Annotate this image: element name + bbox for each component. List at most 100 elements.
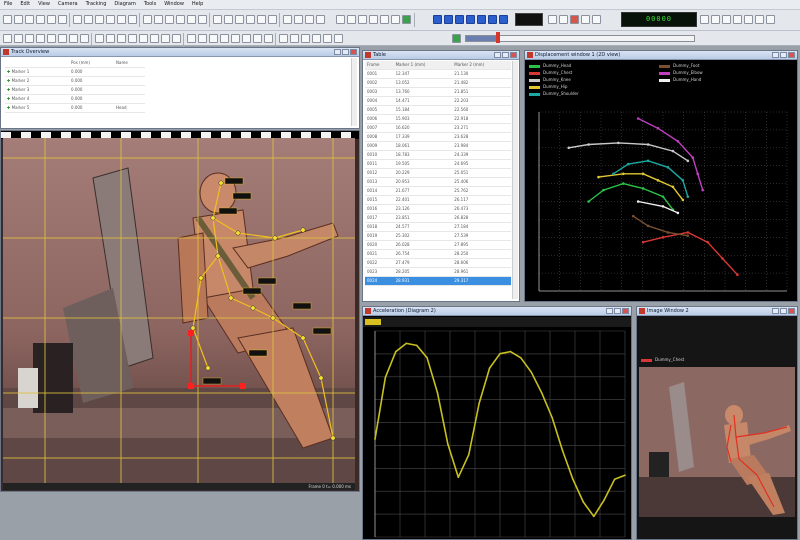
table-row[interactable]: 0008 17.339 23.628 (365, 132, 511, 142)
toolbar-tool-button[interactable] (213, 15, 222, 24)
toolbar-tool-button[interactable] (700, 15, 709, 24)
toolbar-tool-button[interactable] (14, 15, 23, 24)
maximize-icon[interactable] (780, 308, 787, 314)
menu-tracking[interactable]: Tracking (82, 0, 111, 9)
toolbar-tool-button[interactable] (36, 15, 45, 24)
toolbar-tool-button[interactable] (231, 34, 240, 43)
table-row[interactable]: 0004 14.471 22.203 (365, 96, 511, 106)
table-row[interactable]: 0019 25.302 27.539 (365, 231, 511, 241)
menu-camera[interactable]: Camera (54, 0, 82, 9)
toolbar-tool-button[interactable] (246, 15, 255, 24)
toolbar-tool-button[interactable] (323, 34, 332, 43)
toolbar-tool-button[interactable] (198, 15, 207, 24)
toolbar-tool-button[interactable] (755, 15, 764, 24)
toolbar-tool-button[interactable] (312, 34, 321, 43)
toolbar-tool-button[interactable] (128, 15, 137, 24)
toolbar-tool-button[interactable] (766, 15, 775, 24)
toolbar-tool-button[interactable] (305, 15, 314, 24)
table-row[interactable]: 0024 28.931 29.317 (365, 276, 511, 286)
toolbar-tool-button[interactable] (165, 15, 174, 24)
toolbar-tool-button[interactable] (176, 15, 185, 24)
toolbar-tool-button[interactable] (58, 15, 67, 24)
playback-button[interactable] (488, 15, 497, 24)
table-row[interactable]: 0023 28.205 28.961 (365, 267, 511, 277)
toolbar-tool-button[interactable] (14, 34, 23, 43)
table-row[interactable]: 0003 13.760 21.851 (365, 87, 511, 97)
table-row[interactable]: 0012 20.229 25.051 (365, 168, 511, 178)
table-row[interactable]: 0018 24.577 27.184 (365, 222, 511, 232)
list-item[interactable]: ✚ Marker 3 0.000 (5, 85, 145, 95)
toolbar-tool-button[interactable] (264, 34, 273, 43)
toolbar-tool-button[interactable] (73, 15, 82, 24)
signal-chart[interactable] (363, 317, 631, 539)
table-row[interactable]: 0011 19.505 24.695 (365, 159, 511, 169)
table-row[interactable]: 0006 15.903 22.918 (365, 114, 511, 124)
maximize-icon[interactable] (614, 308, 621, 314)
toolbar-tool-button[interactable] (452, 34, 461, 43)
close-icon[interactable] (622, 308, 629, 314)
playback-button[interactable] (433, 15, 442, 24)
menu-tools[interactable]: Tools (140, 0, 160, 9)
toolbar-tool-button[interactable] (283, 15, 292, 24)
toolbar-tool-button[interactable] (117, 15, 126, 24)
minimize-icon[interactable] (334, 49, 341, 55)
toolbar-tool-button[interactable] (358, 15, 367, 24)
toolbar-tool-button[interactable] (279, 34, 288, 43)
camera-image[interactable] (3, 138, 355, 490)
toolbar-tool-button[interactable] (242, 34, 251, 43)
table-row[interactable]: 0021 26.754 28.250 (365, 249, 511, 259)
menu-window[interactable]: Window (160, 0, 188, 9)
toolbar-tool-button[interactable] (316, 15, 325, 24)
toolbar-tool-button[interactable] (257, 15, 266, 24)
table-row[interactable]: 0015 22.401 26.117 (365, 195, 511, 205)
table-titlebar[interactable]: Table (363, 51, 519, 60)
menu-help[interactable]: Help (188, 0, 207, 9)
toolbar-tool-button[interactable] (150, 34, 159, 43)
close-icon[interactable] (788, 52, 795, 58)
toolbar-tool-button[interactable] (47, 15, 56, 24)
toolbar-tool-button[interactable] (733, 15, 742, 24)
toolbar-tool-button[interactable] (290, 34, 299, 43)
minimize-icon[interactable] (606, 308, 613, 314)
toolbar-tool-button[interactable] (334, 34, 343, 43)
toolbar-tool-button[interactable] (117, 34, 126, 43)
toolbar-tool-button[interactable] (581, 15, 590, 24)
toolbar-tool-button[interactable] (402, 15, 411, 24)
list-item[interactable]: ✚ Marker 5 0.000 Head (5, 103, 145, 113)
close-icon[interactable] (350, 49, 357, 55)
maximize-icon[interactable] (780, 52, 787, 58)
toolbar-tool-button[interactable] (172, 34, 181, 43)
image-window-2-titlebar[interactable]: Image Window 2 (637, 307, 797, 316)
list-item[interactable]: ✚ Marker 4 0.000 (5, 94, 145, 104)
toolbar-tool-button[interactable] (235, 15, 244, 24)
playback-button[interactable] (499, 15, 508, 24)
table-row[interactable]: 0010 18.783 24.339 (365, 150, 511, 160)
toolbar-tool-button[interactable] (25, 34, 34, 43)
menu-view[interactable]: View (34, 0, 54, 9)
toolbar-tool-button[interactable] (36, 34, 45, 43)
toolbar-tool-button[interactable] (106, 15, 115, 24)
vertical-scrollbar[interactable] (351, 58, 357, 126)
menu-diagram[interactable]: Diagram (110, 0, 139, 9)
vertical-scrollbar[interactable] (512, 61, 518, 299)
toolbar-tool-button[interactable] (347, 15, 356, 24)
toolbar-tool-button[interactable] (106, 34, 115, 43)
toolbar-tool-button[interactable] (369, 15, 378, 24)
table-row[interactable]: 0001 12.347 21.130 (365, 69, 511, 79)
minimize-icon[interactable] (772, 308, 779, 314)
toolbar-tool-button[interactable] (294, 15, 303, 24)
table-row[interactable]: 0014 21.677 25.762 (365, 186, 511, 196)
toolbar-tool-button[interactable] (187, 15, 196, 24)
table-row[interactable]: 0022 27.479 28.606 (365, 258, 511, 268)
toolbar-tool-button[interactable] (84, 15, 93, 24)
timeline-handle[interactable] (496, 32, 500, 43)
toolbar-tool-button[interactable] (380, 15, 389, 24)
close-icon[interactable] (510, 52, 517, 58)
toolbar-tool-button[interactable] (711, 15, 720, 24)
toolbar-tool-button[interactable] (69, 34, 78, 43)
toolbar-tool-button[interactable] (95, 15, 104, 24)
table-row[interactable]: 0005 15.184 22.560 (365, 105, 511, 115)
list-item[interactable]: ✚ Marker 2 0.000 (5, 76, 145, 86)
toolbar-tool-button[interactable] (187, 34, 196, 43)
toolbar-tool-button[interactable] (47, 34, 56, 43)
